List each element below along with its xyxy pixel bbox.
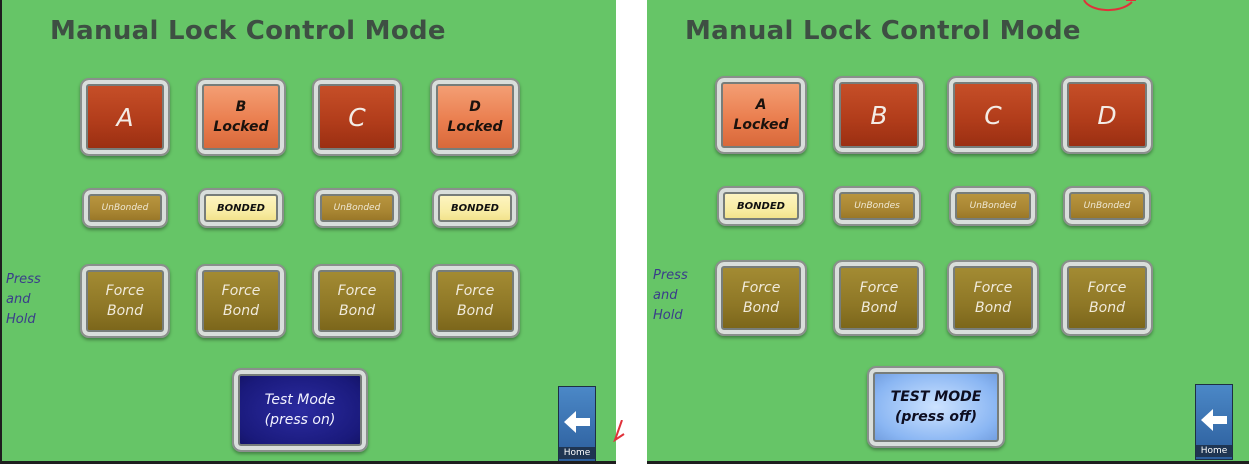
lock-d-button[interactable]: D	[1061, 76, 1153, 154]
bond-status-c: UnBonded	[949, 186, 1037, 226]
lock-status: Locked	[447, 119, 503, 135]
force-bond-label: Bond	[457, 303, 493, 319]
bond-status-label: BONDED	[737, 200, 785, 212]
force-bond-label: Force	[973, 280, 1013, 296]
lock-letter: B	[870, 100, 888, 130]
force-bond-label: Force	[1087, 280, 1127, 296]
home-label: Home	[559, 447, 595, 459]
force-bond-label: Force	[741, 280, 781, 296]
force-bond-label: Bond	[223, 303, 259, 319]
force-bond-label: Bond	[975, 300, 1011, 316]
lock-letter: B	[235, 99, 247, 115]
bond-status-d: BONDED	[432, 188, 518, 228]
bond-status-label: UnBonded	[101, 203, 149, 213]
test-mode-button[interactable]: TEST MODE (press off)	[867, 366, 1005, 448]
force-bond-label: Bond	[339, 303, 375, 319]
force-bond-c-button[interactable]: Force Bond	[312, 264, 402, 338]
bond-status-d: UnBonded	[1063, 186, 1151, 226]
bond-status-b: UnBondes	[833, 186, 921, 226]
lock-control-panel-left: Manual Lock Control Mode A B Locked C D …	[0, 0, 616, 464]
back-arrow-icon	[1201, 409, 1227, 431]
lock-letter: A	[116, 102, 134, 132]
test-mode-sublabel: (press on)	[264, 412, 336, 428]
lock-letter: D	[469, 99, 481, 115]
back-arrow-icon	[564, 411, 590, 433]
lock-a-button[interactable]: A	[80, 78, 170, 156]
force-bond-c-button[interactable]: Force Bond	[947, 260, 1039, 336]
force-bond-label: Force	[337, 283, 377, 299]
home-button[interactable]: Home	[1195, 384, 1233, 460]
force-bond-a-button[interactable]: Force Bond	[80, 264, 170, 338]
lock-letter: A	[755, 97, 767, 113]
lock-letter: C	[984, 100, 1002, 130]
panel-divider	[616, 0, 647, 464]
force-bond-label: Bond	[743, 300, 779, 316]
force-bond-d-button[interactable]: Force Bond	[1061, 260, 1153, 336]
bond-status-a: BONDED	[717, 186, 805, 226]
force-bond-label: Bond	[861, 300, 897, 316]
page-title: Manual Lock Control Mode	[50, 16, 446, 46]
lock-c-button[interactable]: C	[947, 76, 1039, 154]
force-bond-label: Force	[221, 283, 261, 299]
bond-status-b: BONDED	[198, 188, 284, 228]
lock-letter: D	[1097, 100, 1117, 130]
bond-status-label: UnBondes	[854, 201, 900, 211]
lock-b-button[interactable]: B Locked	[196, 78, 286, 156]
test-mode-sublabel: (press off)	[894, 409, 978, 425]
force-bond-a-button[interactable]: Force Bond	[715, 260, 807, 336]
annotation-mark	[613, 420, 625, 442]
bond-status-a: UnBonded	[82, 188, 168, 228]
test-mode-label: Test Mode	[264, 392, 336, 408]
lock-status: Locked	[733, 117, 789, 133]
press-and-hold-label: Press and Hold	[6, 272, 41, 327]
lock-c-button[interactable]: C	[312, 78, 402, 156]
force-bond-label: Force	[105, 283, 145, 299]
lock-d-button[interactable]: D Locked	[430, 78, 520, 156]
test-mode-label: TEST MODE	[890, 389, 982, 405]
moon-icon	[1200, 388, 1206, 400]
lock-a-button[interactable]: A Locked	[715, 76, 807, 154]
press-and-hold-label: Press and Hold	[653, 268, 688, 323]
lock-letter: C	[348, 102, 366, 132]
bond-status-c: UnBonded	[314, 188, 400, 228]
lock-status: Locked	[213, 119, 269, 135]
moon-icon	[563, 390, 569, 402]
force-bond-label: Bond	[107, 303, 143, 319]
bond-status-label: BONDED	[451, 202, 499, 214]
annotation-mark	[1083, 0, 1136, 11]
home-button[interactable]: Home	[558, 386, 596, 461]
page-title: Manual Lock Control Mode	[685, 16, 1081, 46]
bond-status-label: BONDED	[217, 202, 265, 214]
force-bond-label: Force	[859, 280, 899, 296]
lock-control-panel-right: Manual Lock Control Mode A Locked B C D …	[647, 0, 1249, 464]
force-bond-label: Bond	[1089, 300, 1125, 316]
bond-status-label: UnBonded	[969, 201, 1017, 211]
bond-status-label: UnBonded	[1083, 201, 1131, 211]
force-bond-b-button[interactable]: Force Bond	[196, 264, 286, 338]
test-mode-button[interactable]: Test Mode (press on)	[232, 368, 368, 452]
force-bond-d-button[interactable]: Force Bond	[430, 264, 520, 338]
force-bond-b-button[interactable]: Force Bond	[833, 260, 925, 336]
bond-status-label: UnBonded	[333, 203, 381, 213]
force-bond-label: Force	[455, 283, 495, 299]
lock-b-button[interactable]: B	[833, 76, 925, 154]
home-label: Home	[1196, 445, 1232, 457]
